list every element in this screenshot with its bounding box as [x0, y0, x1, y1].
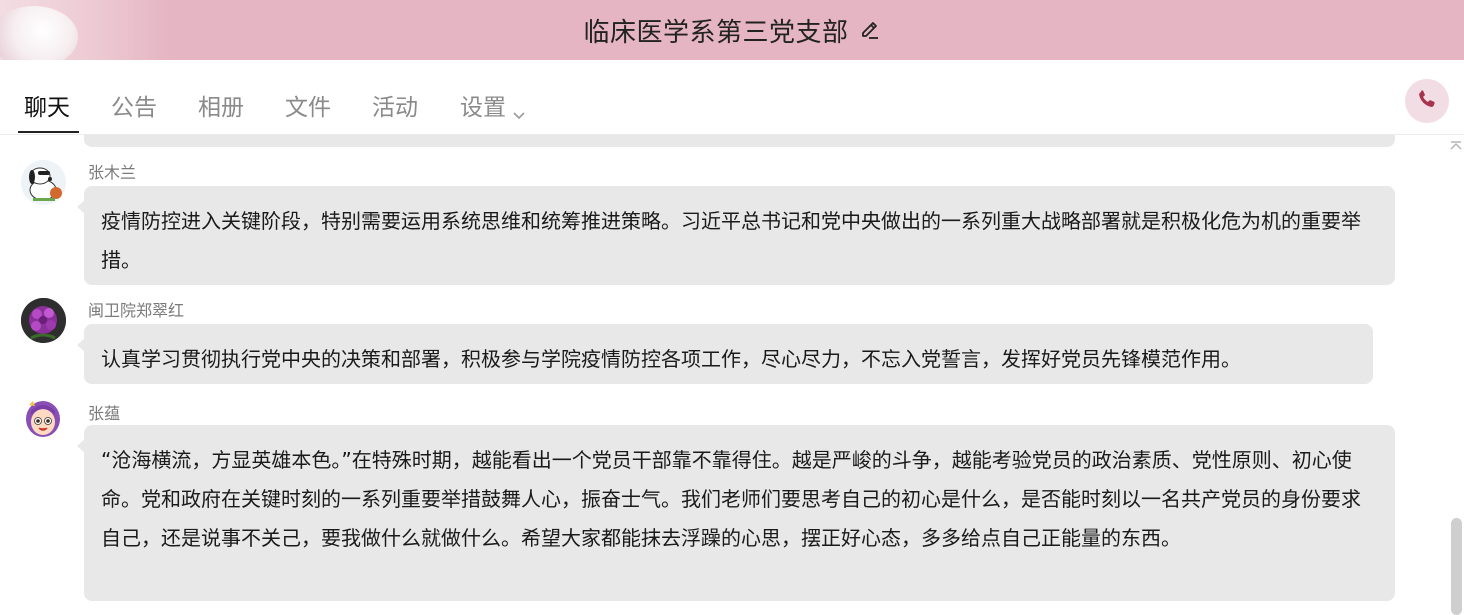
chat-message: 张木兰 疫情防控进入关键阶段，特别需要运用系统思维和统筹推进策略。习近平总书记和… [0, 159, 1440, 289]
chat-header: 临床医学系第三党支部 [0, 0, 1464, 60]
phone-icon [1415, 87, 1439, 115]
chat-message-list[interactable]: 张木兰 疫情防控进入关键阶段，特别需要运用系统思维和统筹推进策略。习近平总书记和… [0, 135, 1464, 615]
chat-message: 张蕴 “沧海横流，方显英雄本色。”在特殊时期，越能看出一个党员干部靠不靠得住。越… [0, 397, 1440, 615]
sender-name: 闽卫院郑翠红 [88, 301, 185, 320]
tab-settings-label: 设置 [460, 95, 506, 121]
message-bubble: 认真学习贯彻执行党中央的决策和部署，积极参与学院疫情防控各项工作，尽心尽力，不忘… [77, 324, 1373, 384]
tab-bar: 聊天 公告 相册 文件 活动 设置 [0, 60, 1464, 135]
tab-announcements[interactable]: 公告 [111, 88, 157, 122]
snoopy-avatar[interactable] [21, 160, 66, 205]
message-bubble: “沧海横流，方显英雄本色。”在特殊时期，越能看出一个党员干部靠不靠得住。越是严峻… [77, 425, 1395, 601]
scrollbar-thumb[interactable] [1451, 518, 1462, 615]
tab-settings[interactable]: 设置 [460, 88, 526, 122]
sender-name: 张蕴 [88, 404, 121, 423]
pencil-icon[interactable] [859, 19, 881, 41]
chat-message: 闽卫院郑翠红 认真学习贯彻执行党中央的决策和部署，积极参与学院疫情防控各项工作，… [0, 297, 1440, 387]
group-title: 临床医学系第三党支部 [583, 17, 849, 48]
sender-name: 张木兰 [88, 163, 137, 182]
header-title-area: 临床医学系第三党支部 [0, 0, 1464, 60]
call-button[interactable] [1405, 79, 1449, 123]
message-bubble: 疫情防控进入关键阶段，特别需要运用系统思维和统筹推进策略。习近平总书记和党中央做… [77, 186, 1395, 285]
chevron-down-icon [512, 102, 526, 119]
tab-files[interactable]: 文件 [285, 88, 331, 122]
tab-album[interactable]: 相册 [198, 88, 244, 122]
cartoon-girl-avatar[interactable] [21, 397, 66, 442]
active-tab-indicator [18, 131, 79, 133]
purple-flower-avatar[interactable] [21, 298, 66, 343]
tab-chat[interactable]: 聊天 [24, 88, 70, 122]
previous-message-bubble [84, 135, 1395, 147]
tab-activities[interactable]: 活动 [372, 88, 418, 122]
scroll-up-icon[interactable] [1449, 137, 1463, 150]
